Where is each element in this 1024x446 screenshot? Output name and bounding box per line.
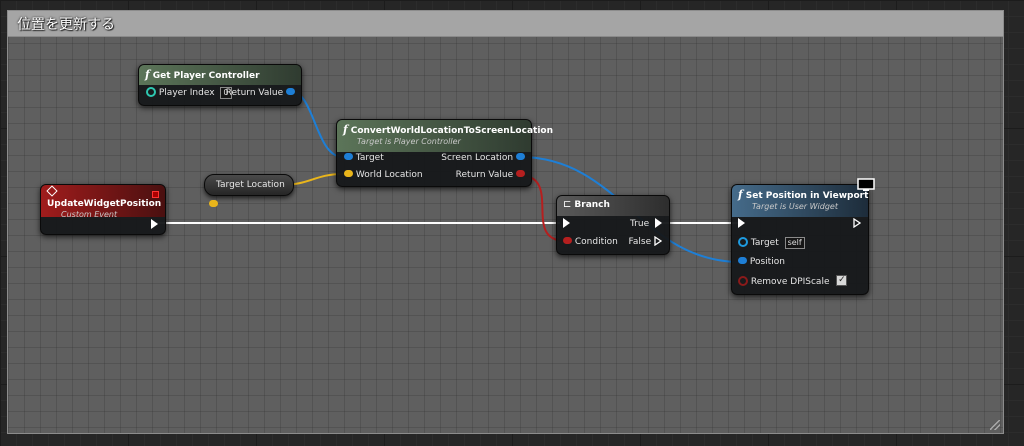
node-title: ConvertWorldLocationToScreenLocation	[350, 126, 554, 136]
exec-pin-icon[interactable]	[655, 217, 662, 228]
pin-int-icon[interactable]	[146, 86, 156, 97]
node-branch[interactable]: ⊏ Branch True Condition False	[556, 195, 670, 255]
function-f-icon: f	[738, 188, 743, 201]
target-value-box[interactable]: self	[784, 237, 805, 249]
pin-condition[interactable]: Condition	[563, 235, 618, 249]
branch-icon: ⊏	[563, 199, 572, 210]
node-subtitle: Target is Player Controller	[357, 137, 461, 146]
node-header[interactable]: f Set Position in Viewport Target is User…	[732, 185, 868, 217]
exec-pin-outline-icon[interactable]	[853, 217, 861, 228]
pin-false[interactable]: False	[629, 235, 662, 249]
pin-exec-out[interactable]	[151, 218, 158, 232]
node-subtitle: Target is User Widget	[752, 202, 838, 211]
exec-pin-icon[interactable]	[563, 217, 570, 228]
node-convert-world-location[interactable]: f ConvertWorldLocationToScreenLocation Ta…	[336, 119, 553, 187]
node-header[interactable]: f ConvertWorldLocationToScreenLocation Ta…	[337, 120, 553, 152]
pin-screen-location[interactable]: Screen Location	[441, 151, 525, 165]
node-header[interactable]: f Get Player Controller	[139, 65, 301, 85]
pin-vector-icon[interactable]	[209, 200, 218, 207]
pin-vector2d-icon[interactable]	[516, 153, 525, 160]
exec-pin-outline-icon[interactable]	[654, 235, 662, 246]
pin-vector-icon[interactable]	[344, 170, 353, 177]
pin-label: Condition	[574, 237, 618, 247]
pin-label: Player Index	[158, 88, 215, 98]
pin-label: Screen Location	[441, 153, 514, 163]
node-header[interactable]: UpdateWidgetPosition Custom Event	[41, 185, 165, 219]
pin-return-value[interactable]: Return Value	[226, 86, 295, 100]
exec-pin-icon[interactable]	[738, 217, 745, 228]
pin-label: Position	[749, 257, 785, 267]
remove-dpi-scale-checkbox[interactable]: ✓	[836, 275, 848, 286]
pin-position[interactable]: Position	[738, 255, 785, 269]
pin-exec-in[interactable]	[563, 217, 570, 231]
node-set-position-in-viewport[interactable]: f Set Position in Viewport Target is User…	[731, 184, 869, 295]
pin-exec-in[interactable]	[738, 217, 745, 231]
pin-return-value[interactable]: Return Value	[456, 168, 525, 182]
pin-target[interactable]: Target self	[738, 236, 805, 250]
exec-pin-icon[interactable]	[151, 218, 158, 229]
pin-target[interactable]: Target	[344, 151, 384, 165]
function-f-icon: f	[145, 68, 150, 81]
pin-world-location[interactable]: World Location	[344, 168, 423, 182]
function-f-icon: f	[343, 123, 348, 136]
pin-label: Return Value	[455, 170, 514, 180]
pin-true[interactable]: True	[630, 217, 662, 231]
pin-label: True	[630, 219, 650, 229]
pin-player-index[interactable]: Player Index 0	[146, 86, 232, 100]
variable-target-location[interactable]: Target Location	[204, 174, 294, 207]
pin-label: False	[628, 237, 652, 247]
pin-bool-icon[interactable]	[516, 170, 525, 177]
pin-object-icon[interactable]	[344, 153, 353, 160]
node-update-widget-position[interactable]: UpdateWidgetPosition Custom Event	[40, 184, 166, 235]
pin-vector2d-icon[interactable]	[738, 257, 747, 264]
node-title: Get Player Controller	[152, 71, 260, 81]
delegate-pin-icon[interactable]	[152, 191, 159, 198]
monitor-icon	[857, 178, 875, 191]
pin-remove-dpi-scale[interactable]: Remove DPIScale ✓	[738, 275, 848, 289]
node-header[interactable]: ⊏ Branch	[557, 196, 669, 216]
node-get-player-controller[interactable]: f Get Player Controller Player Index 0 Re…	[138, 64, 302, 106]
pin-label: World Location	[355, 170, 423, 180]
pin-bool-icon[interactable]	[563, 237, 572, 244]
pin-label: Target	[355, 153, 384, 163]
node-title: Branch	[574, 200, 610, 210]
event-diamond-icon	[46, 185, 58, 197]
pin-object-icon[interactable]	[738, 236, 748, 247]
pin-object-icon[interactable]	[286, 88, 295, 95]
node-subtitle: Custom Event	[61, 210, 118, 219]
pin-label: Remove DPIScale	[750, 277, 830, 287]
variable-label: Target Location	[216, 180, 285, 190]
pin-label: Return Value	[225, 88, 284, 98]
pin-exec-out[interactable]	[853, 217, 861, 231]
pin-bool-icon[interactable]	[738, 275, 748, 286]
node-title: UpdateWidgetPosition	[47, 199, 162, 209]
pin-label: Target	[750, 238, 779, 248]
node-title: Set Position in Viewport	[745, 191, 869, 201]
